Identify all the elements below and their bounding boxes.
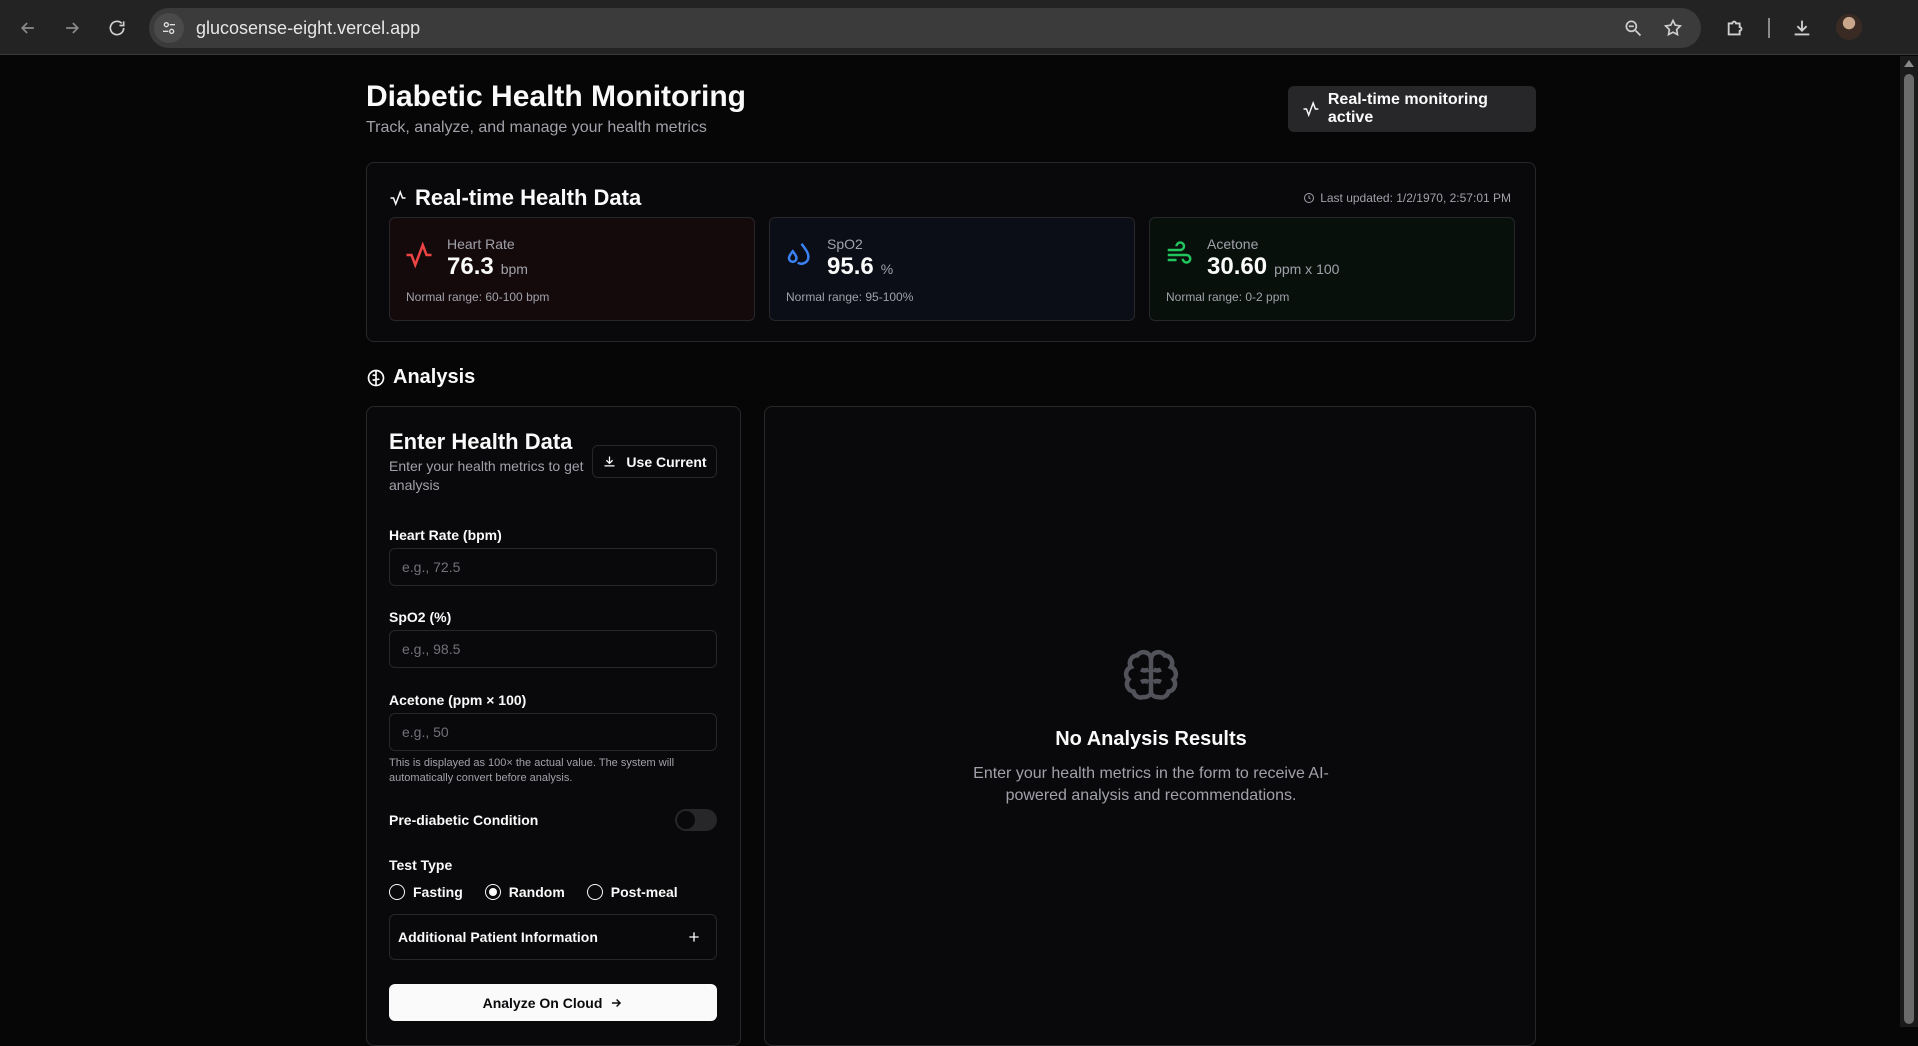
realtime-title-text: Real-time Health Data bbox=[415, 185, 642, 210]
clock-icon bbox=[1304, 193, 1315, 203]
reload-icon bbox=[109, 20, 125, 36]
use-current-button[interactable]: Use Current bbox=[592, 445, 717, 478]
download-icon bbox=[604, 456, 615, 467]
heart-rate-input[interactable] bbox=[389, 548, 717, 586]
realtime-data-card: Real-time Health Data Last updated: 1/2/… bbox=[366, 162, 1536, 342]
url-text[interactable]: glucosense-eight.vercel.app bbox=[196, 18, 420, 39]
metric-range: Normal range: 95-100% bbox=[786, 290, 914, 304]
empty-title: No Analysis Results bbox=[1055, 728, 1247, 750]
metric-unit: ppm x 100 bbox=[1274, 261, 1340, 277]
acetone-hint: This is displayed as 100× the actual val… bbox=[389, 757, 675, 784]
page-scrollbar[interactable] bbox=[1900, 56, 1918, 1027]
spo2-label: SpO2 (%) bbox=[389, 609, 452, 625]
brain-icon bbox=[367, 369, 385, 386]
radio-label: Fasting bbox=[413, 884, 463, 900]
downloads-button[interactable] bbox=[1786, 12, 1818, 44]
radio-label: Post-meal bbox=[610, 884, 678, 900]
puzzle-icon bbox=[1727, 20, 1743, 36]
toggle-knob bbox=[677, 811, 695, 829]
additional-info-accordion[interactable]: Additional Patient Information bbox=[389, 914, 717, 960]
metric-value: 30.60 bbox=[1207, 253, 1268, 280]
last-updated-text: Last updated: 1/2/1970, 2:57:01 PM bbox=[1320, 191, 1511, 205]
heart-rate-metric: Heart Rate 76.3 bpm Normal range: 60-100… bbox=[389, 217, 755, 321]
test-type-radio-group: Fasting Random Post-meal bbox=[389, 884, 678, 900]
radio-circle-selected bbox=[484, 884, 501, 900]
plus-icon bbox=[689, 932, 699, 942]
arrow-left-icon bbox=[20, 22, 34, 34]
download-icon bbox=[1794, 20, 1810, 36]
heart-rate-label: Heart Rate (bpm) bbox=[389, 527, 502, 543]
page: Diabetic Health Monitoring Track, analyz… bbox=[0, 56, 1900, 1046]
radio-label: Random bbox=[508, 884, 565, 900]
metric-range: Normal range: 0-2 ppm bbox=[1166, 290, 1290, 304]
reload-button[interactable] bbox=[101, 12, 133, 44]
star-icon bbox=[1663, 18, 1683, 37]
form-title: Enter Health Data bbox=[389, 429, 573, 454]
metric-value: 95.6 bbox=[827, 253, 874, 280]
radio-dot bbox=[488, 888, 497, 896]
spo2-metric: SpO2 95.6 % Normal range: 95-100% bbox=[769, 217, 1135, 321]
bookmark-button[interactable] bbox=[1661, 16, 1685, 40]
extensions-button[interactable] bbox=[1720, 12, 1752, 44]
empty-description: Enter your health metrics in the form to… bbox=[973, 765, 1329, 804]
use-current-label: Use Current bbox=[626, 453, 707, 470]
activity-icon bbox=[404, 240, 434, 275]
activity-icon bbox=[1303, 100, 1319, 118]
form-description: Enter your health metrics to get analysi… bbox=[389, 458, 584, 493]
analysis-heading-text: Analysis bbox=[393, 366, 476, 388]
acetone-label: Acetone (ppm × 100) bbox=[389, 692, 527, 708]
profile-avatar[interactable] bbox=[1836, 14, 1862, 40]
arrow-right-icon bbox=[66, 22, 80, 34]
scrollbar-thumb[interactable] bbox=[1904, 74, 1914, 1024]
analyze-button-label: Analyze On Cloud bbox=[482, 994, 603, 1011]
arrow-right-icon bbox=[612, 998, 622, 1007]
zoom-icon bbox=[1625, 20, 1642, 37]
acetone-input[interactable] bbox=[389, 713, 717, 751]
metric-value: 76.3 bbox=[447, 253, 494, 280]
analysis-heading: Analysis bbox=[366, 366, 475, 389]
activity-icon bbox=[390, 189, 406, 207]
radio-random[interactable]: Random bbox=[484, 884, 565, 900]
address-bar[interactable]: glucosense-eight.vercel.app bbox=[149, 8, 1701, 48]
scroll-up-icon[interactable] bbox=[1904, 60, 1914, 67]
wind-icon bbox=[1164, 240, 1194, 275]
prediabetic-label: Pre-diabetic Condition bbox=[389, 812, 539, 828]
monitoring-status-text: Real-time monitoring active bbox=[1327, 91, 1488, 126]
tune-icon bbox=[163, 21, 175, 34]
accordion-label: Additional Patient Information bbox=[398, 929, 598, 945]
zoom-button[interactable] bbox=[1621, 16, 1645, 40]
metric-label: Heart Rate bbox=[447, 236, 515, 252]
test-type-label: Test Type bbox=[389, 857, 453, 873]
prediabetic-toggle[interactable] bbox=[675, 809, 717, 831]
analyze-button[interactable]: Analyze On Cloud bbox=[389, 984, 717, 1021]
metric-range: Normal range: 60-100 bpm bbox=[406, 290, 550, 304]
radio-post-meal[interactable]: Post-meal bbox=[586, 884, 678, 900]
health-data-form: Enter Health Data Enter your health metr… bbox=[366, 406, 741, 1046]
page-title: Diabetic Health Monitoring bbox=[366, 80, 747, 113]
forward-button[interactable] bbox=[56, 12, 88, 44]
radio-circle bbox=[586, 884, 603, 900]
metric-unit: % bbox=[880, 261, 894, 277]
droplets-icon bbox=[784, 240, 814, 275]
radio-fasting[interactable]: Fasting bbox=[389, 884, 463, 900]
metric-label: SpO2 bbox=[827, 236, 863, 252]
site-info-button[interactable] bbox=[154, 13, 184, 43]
monitoring-status-badge: Real-time monitoring active bbox=[1288, 86, 1536, 132]
browser-toolbar: glucosense-eight.vercel.app bbox=[0, 0, 1918, 55]
metric-unit: bpm bbox=[500, 261, 528, 277]
spo2-input[interactable] bbox=[389, 630, 717, 668]
page-subtitle: Track, analyze, and manage your health m… bbox=[366, 119, 707, 136]
radio-circle bbox=[389, 884, 405, 900]
analysis-results-card: No Analysis Results Enter your health me… bbox=[764, 406, 1536, 1046]
realtime-title: Real-time Health Data bbox=[389, 185, 641, 211]
metric-label: Acetone bbox=[1207, 236, 1259, 252]
back-button[interactable] bbox=[12, 12, 44, 44]
empty-state: No Analysis Results Enter your health me… bbox=[765, 647, 1537, 807]
acetone-metric: Acetone 30.60 ppm x 100 Normal range: 0-… bbox=[1149, 217, 1515, 321]
last-updated: Last updated: 1/2/1970, 2:57:01 PM bbox=[1303, 191, 1511, 205]
toolbar-divider bbox=[1768, 18, 1770, 38]
brain-icon bbox=[1123, 649, 1179, 700]
